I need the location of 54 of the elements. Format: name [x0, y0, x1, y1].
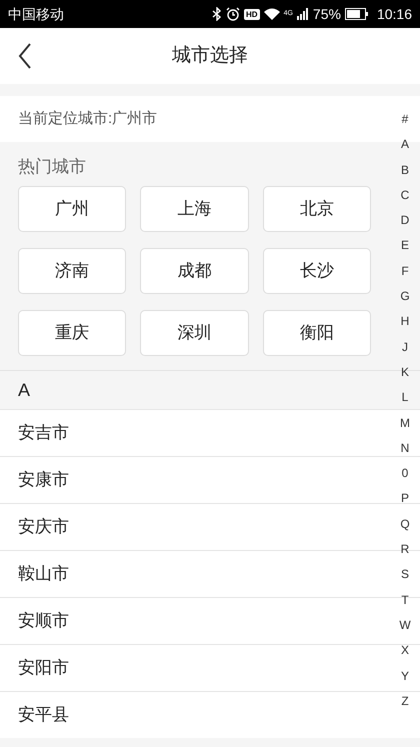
carrier-name: 中国移动 — [8, 4, 64, 24]
back-icon — [18, 43, 32, 69]
city-button[interactable]: 重庆 — [18, 310, 126, 356]
battery-percent: 75% — [312, 4, 341, 24]
index-letter[interactable]: T — [401, 588, 409, 613]
city-list-item[interactable]: 安平县 — [0, 692, 390, 738]
index-letter[interactable]: # — [402, 107, 408, 132]
index-letter[interactable]: L — [402, 385, 408, 411]
index-letter[interactable]: R — [400, 537, 410, 562]
section-title: 热门城市 — [18, 156, 87, 178]
index-letter[interactable]: C — [400, 182, 410, 208]
bluetooth-icon — [212, 7, 222, 21]
clock: 10:16 — [376, 4, 412, 24]
index-letter[interactable]: B — [400, 158, 409, 183]
index-letter[interactable]: A — [400, 132, 409, 158]
index-letter[interactable]: X — [400, 638, 409, 664]
hd-badge: HD — [244, 8, 260, 20]
wifi-icon — [264, 8, 280, 20]
index-letter[interactable]: Y — [400, 664, 409, 689]
city-button[interactable]: 衡阳 — [262, 310, 371, 356]
city-list-item[interactable]: 安康市 — [0, 457, 390, 503]
city-list-item[interactable]: 安阳市 — [0, 645, 390, 691]
index-letter[interactable]: W — [399, 612, 411, 638]
index-letter[interactable]: N — [400, 436, 410, 462]
index-letter[interactable]: Q — [400, 512, 410, 538]
index-letter[interactable]: K — [400, 360, 409, 386]
index-letter[interactable]: 0 — [402, 461, 408, 486]
index-letter[interactable]: Z — [401, 688, 409, 714]
index-letter[interactable]: J — [402, 334, 408, 360]
battery-icon — [344, 8, 369, 20]
city-button[interactable]: 深圳 — [140, 310, 249, 356]
alarm-icon — [226, 7, 240, 21]
index-letter[interactable]: H — [400, 309, 410, 335]
page-title: 城市选择 — [172, 44, 248, 68]
city-list-item[interactable]: 鞍山市 — [0, 551, 390, 597]
city-button[interactable]: 北京 — [262, 186, 371, 232]
index-letter[interactable]: F — [401, 258, 409, 284]
index-letter[interactable]: D — [400, 208, 410, 234]
index-letter[interactable]: E — [400, 233, 409, 259]
letter-header: A — [17, 378, 32, 402]
current-location-text: 当前定位城市:广州市 — [18, 108, 158, 129]
city-list-item[interactable]: 安顺市 — [0, 598, 390, 644]
city-button[interactable]: 广州 — [18, 186, 126, 232]
city-button[interactable]: 长沙 — [262, 248, 371, 294]
city-button[interactable]: 成都 — [140, 248, 249, 294]
city-list-item[interactable]: 安吉市 — [0, 410, 390, 456]
index-letter[interactable]: P — [400, 486, 409, 512]
index-letter[interactable]: S — [400, 562, 409, 588]
city-button[interactable]: 上海 — [140, 186, 249, 232]
city-list-item[interactable]: 安庆市 — [0, 504, 390, 550]
index-letter[interactable]: G — [400, 284, 410, 310]
city-button[interactable]: 济南 — [18, 248, 126, 294]
index-letter[interactable]: M — [400, 410, 410, 436]
signal-icon — [296, 8, 309, 20]
